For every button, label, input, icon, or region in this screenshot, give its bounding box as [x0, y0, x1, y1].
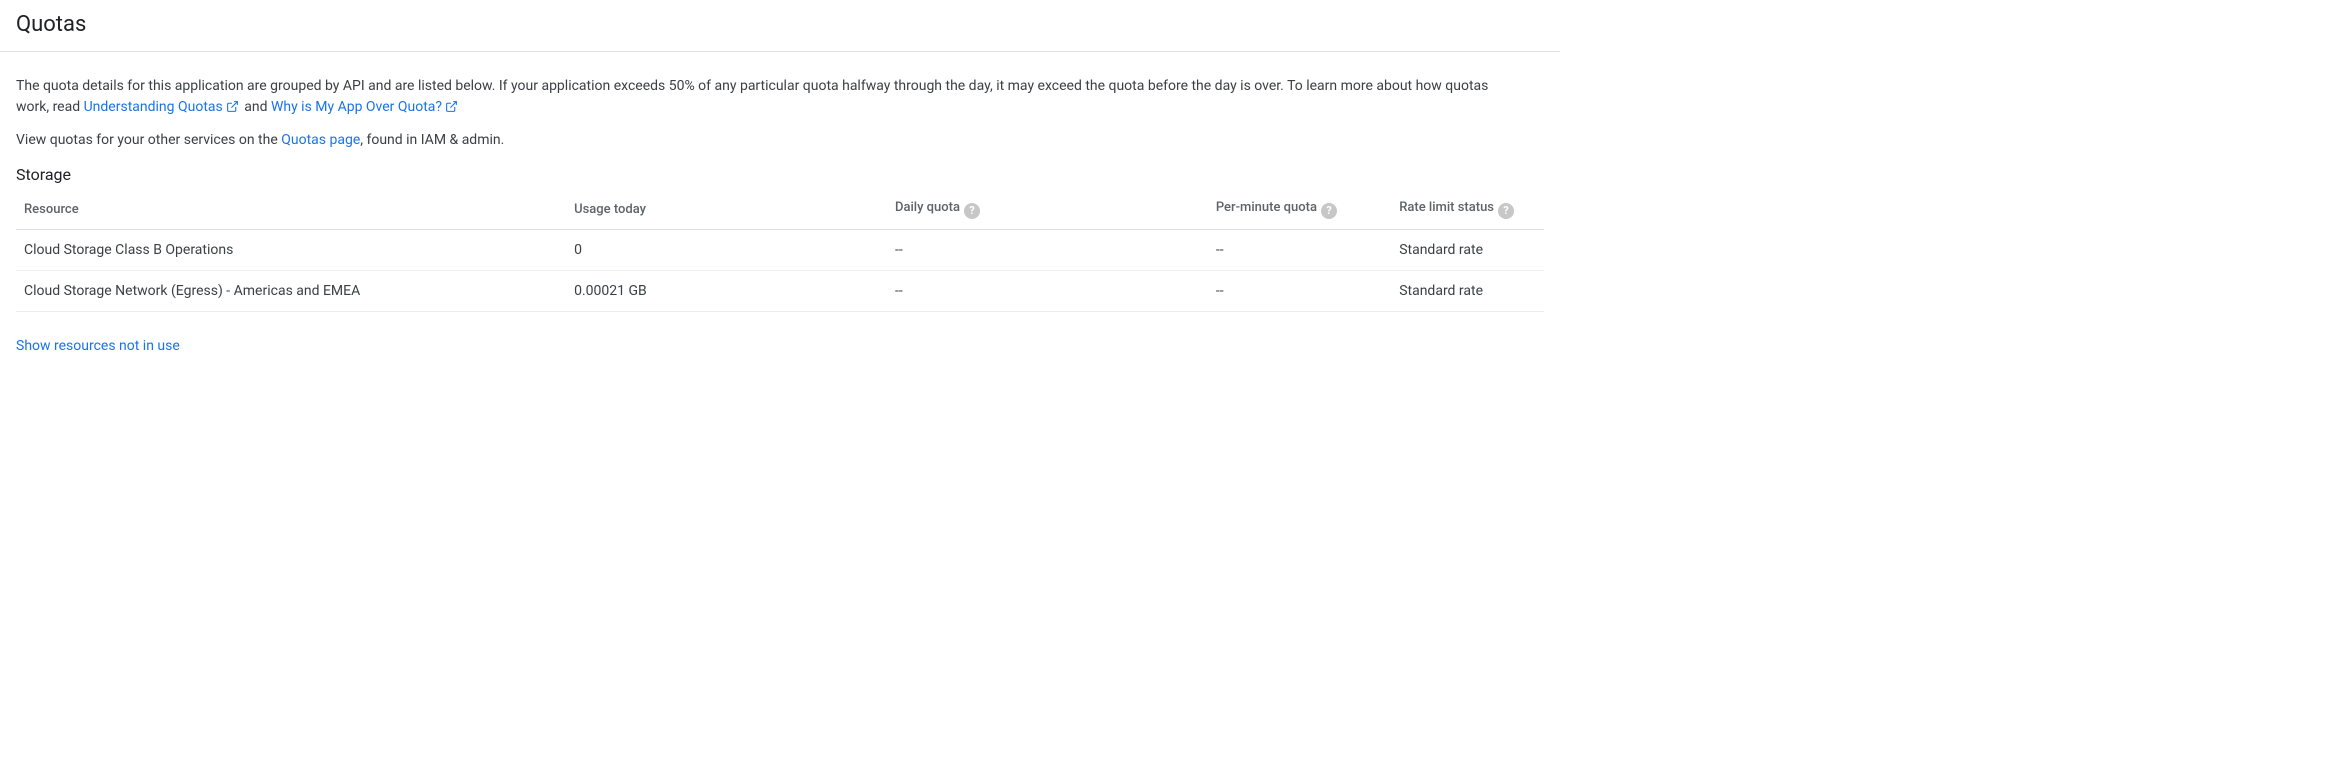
external-link-icon [445, 99, 458, 120]
intro-paragraph-1: The quota details for this application a… [16, 76, 1516, 120]
page-header: Quotas [0, 0, 1560, 52]
help-icon[interactable]: ? [964, 203, 980, 219]
help-icon[interactable]: ? [1498, 203, 1514, 219]
quotas-page-link[interactable]: Quotas page [281, 132, 360, 148]
content-area: The quota details for this application a… [0, 52, 1560, 374]
intro-text-2b: , found in IAM & admin. [360, 132, 504, 148]
cell-permin: -- [1208, 270, 1391, 311]
page-title: Quotas [16, 12, 1544, 37]
col-header-resource: Resource [16, 190, 566, 229]
intro-text-1b: and [241, 99, 271, 115]
cell-resource: Cloud Storage Class B Operations [16, 229, 566, 270]
cell-usage: 0 [566, 229, 887, 270]
help-icon[interactable]: ? [1321, 203, 1337, 219]
show-resources-link[interactable]: Show resources not in use [16, 338, 180, 354]
col-header-usage: Usage today [566, 190, 887, 229]
cell-rate: Standard rate [1391, 229, 1544, 270]
over-quota-link[interactable]: Why is My App Over Quota? [271, 99, 460, 115]
col-header-permin: Per-minute quota? [1208, 190, 1391, 229]
cell-rate: Standard rate [1391, 270, 1544, 311]
cell-permin: -- [1208, 229, 1391, 270]
col-header-rate: Rate limit status? [1391, 190, 1544, 229]
intro-text-2a: View quotas for your other services on t… [16, 132, 281, 148]
intro-text: The quota details for this application a… [16, 76, 1516, 151]
intro-paragraph-2: View quotas for your other services on t… [16, 130, 1516, 151]
col-header-daily: Daily quota? [887, 190, 1208, 229]
cell-usage: 0.00021 GB [566, 270, 887, 311]
section-title-storage: Storage [16, 165, 1544, 184]
cell-resource: Cloud Storage Network (Egress) - America… [16, 270, 566, 311]
table-row: Cloud Storage Class B Operations 0 -- --… [16, 229, 1544, 270]
understanding-quotas-link[interactable]: Understanding Quotas [84, 99, 241, 115]
quota-table: Resource Usage today Daily quota? Per-mi… [16, 190, 1544, 312]
table-row: Cloud Storage Network (Egress) - America… [16, 270, 1544, 311]
cell-daily: -- [887, 270, 1208, 311]
external-link-icon [226, 99, 239, 120]
table-header-row: Resource Usage today Daily quota? Per-mi… [16, 190, 1544, 229]
cell-daily: -- [887, 229, 1208, 270]
